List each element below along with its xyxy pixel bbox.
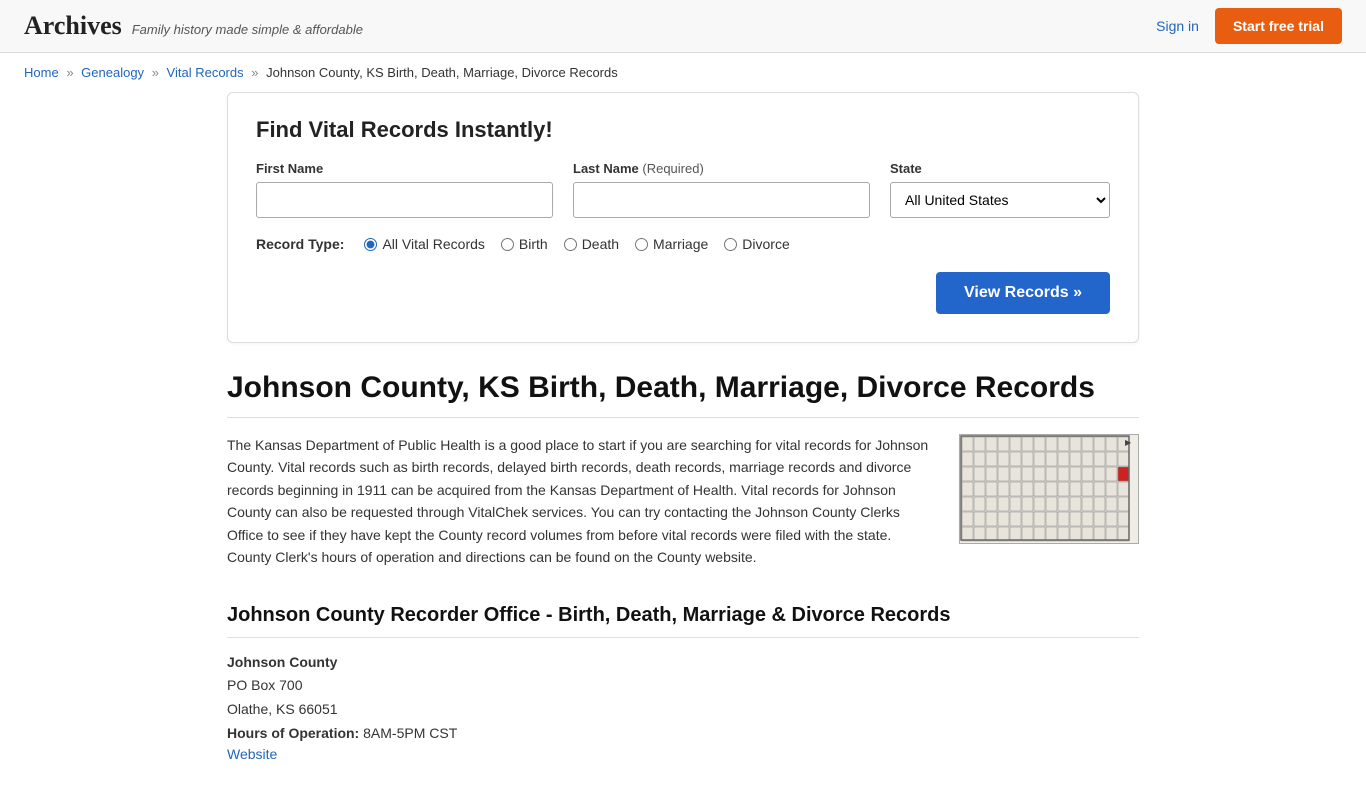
breadcrumb-current: Johnson County, KS Birth, Death, Marriag… [266, 65, 618, 80]
state-label: State [890, 161, 1110, 176]
main-content: Find Vital Records Instantly! First Name… [203, 92, 1163, 802]
recorder-section-title: Johnson County Recorder Office - Birth, … [227, 604, 1139, 638]
breadcrumb-sep-2: » [152, 65, 159, 80]
first-name-input[interactable] [256, 182, 553, 218]
sign-in-link[interactable]: Sign in [1156, 18, 1199, 34]
view-records-row: View Records » [256, 272, 1110, 314]
header-logo-area: Archives Family history made simple & af… [24, 11, 363, 41]
first-name-field-group: First Name [256, 161, 553, 218]
last-name-input[interactable] [573, 182, 870, 218]
search-box-title: Find Vital Records Instantly! [256, 117, 1110, 143]
record-type-label: Record Type: [256, 236, 344, 252]
required-note: (Required) [642, 161, 703, 176]
breadcrumb-sep-1: » [66, 65, 73, 80]
breadcrumb-home[interactable]: Home [24, 65, 59, 80]
radio-death[interactable]: Death [564, 236, 619, 252]
record-type-radio-group: All Vital Records Birth Death Marriage Divor… [364, 236, 789, 252]
breadcrumb-genealogy[interactable]: Genealogy [81, 65, 144, 80]
state-select[interactable]: All United StatesAlabamaAlaskaArizonaArk… [890, 182, 1110, 218]
office-name: Johnson County [227, 654, 1139, 670]
hours-value: 8AM-5PM CST [363, 725, 457, 741]
state-field-group: State All United StatesAlabamaAlaskaAriz… [890, 161, 1110, 218]
page-title: Johnson County, KS Birth, Death, Marriag… [227, 371, 1139, 418]
office-address: PO Box 700 Olathe, KS 66051 Hours of Ope… [227, 674, 1139, 745]
breadcrumb-sep-3: » [251, 65, 258, 80]
record-type-row: Record Type: All Vital Records Birth Death… [256, 236, 1110, 252]
last-name-label-text: Last Name [573, 161, 639, 176]
svg-text:▶: ▶ [1125, 438, 1132, 447]
last-name-field-group: Last Name (Required) [573, 161, 870, 218]
radio-all[interactable]: All Vital Records [364, 236, 484, 252]
ks-map: ▶ [959, 434, 1139, 544]
recorder-section: Johnson County Recorder Office - Birth, … [227, 604, 1139, 761]
description-text: The Kansas Department of Public Health i… [227, 434, 935, 568]
address-line1: PO Box 700 [227, 674, 1139, 698]
search-fields: First Name Last Name (Required) State Al… [256, 161, 1110, 218]
site-header: Archives Family history made simple & af… [0, 0, 1366, 53]
hours-label: Hours of Operation: [227, 725, 359, 741]
radio-marriage[interactable]: Marriage [635, 236, 708, 252]
last-name-label: Last Name (Required) [573, 161, 870, 176]
breadcrumb-vital-records[interactable]: Vital Records [167, 65, 244, 80]
search-box: Find Vital Records Instantly! First Name… [227, 92, 1139, 343]
website-link[interactable]: Website [227, 746, 277, 762]
start-trial-button[interactable]: Start free trial [1215, 8, 1342, 44]
breadcrumb: Home » Genealogy » Vital Records » Johns… [0, 53, 1366, 92]
logo-tagline: Family history made simple & affordable [132, 22, 363, 37]
header-actions: Sign in Start free trial [1156, 8, 1342, 44]
first-name-label: First Name [256, 161, 553, 176]
description-section: The Kansas Department of Public Health i… [227, 434, 1139, 568]
hours-line: Hours of Operation: 8AM-5PM CST [227, 722, 1139, 746]
view-records-button[interactable]: View Records » [936, 272, 1110, 314]
radio-divorce[interactable]: Divorce [724, 236, 789, 252]
radio-birth[interactable]: Birth [501, 236, 548, 252]
logo: Archives [24, 11, 122, 41]
address-line2: Olathe, KS 66051 [227, 698, 1139, 722]
